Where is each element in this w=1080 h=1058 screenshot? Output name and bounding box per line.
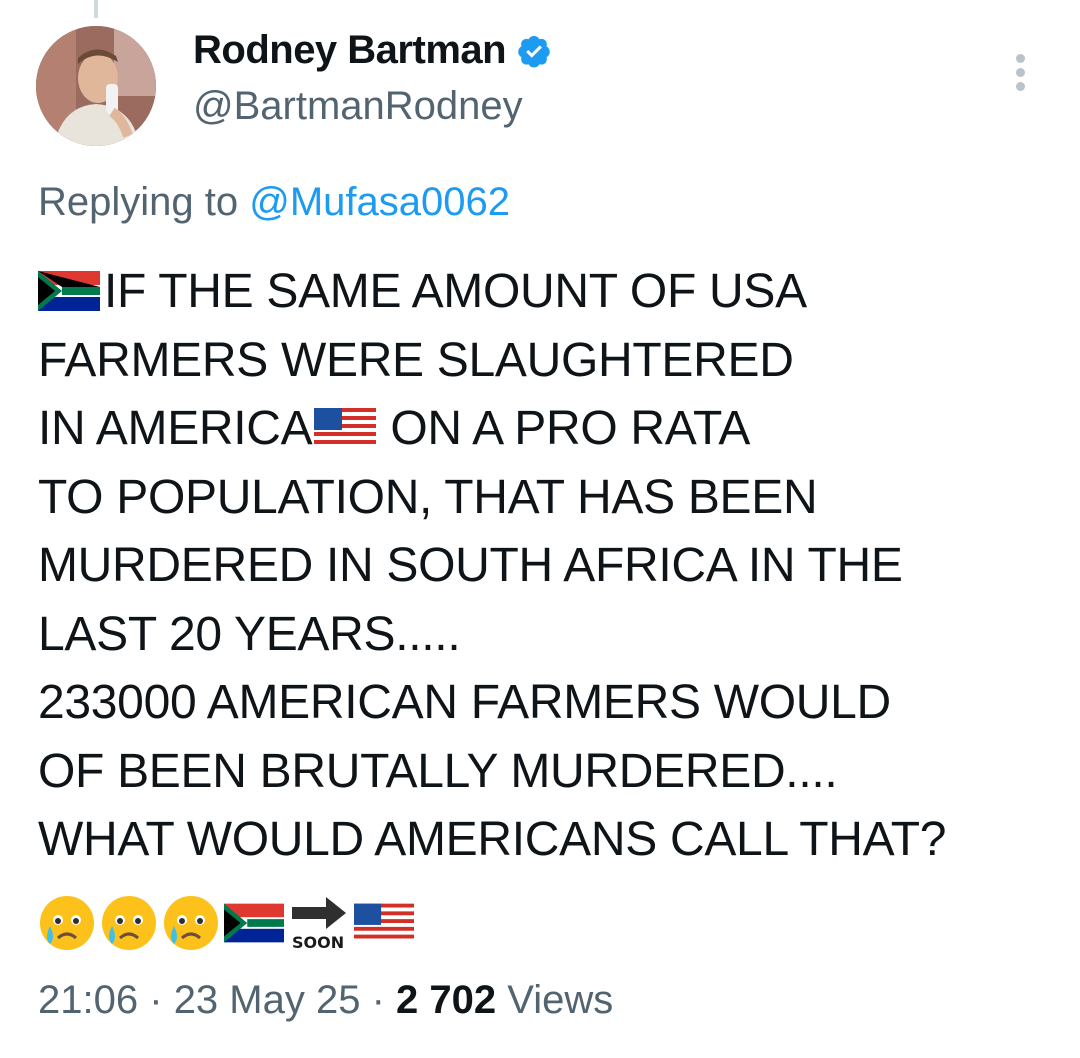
reply-to-handle-link[interactable]: @Mufasa0062 <box>249 180 510 224</box>
usa-flag-icon <box>314 399 377 468</box>
author-name-text[interactable]: Rodney Bartman <box>193 28 507 73</box>
south-africa-flag-icon <box>224 903 284 948</box>
separator: · <box>371 978 385 1022</box>
more-options-icon[interactable] <box>1006 52 1034 92</box>
crying-face-icon <box>38 894 96 957</box>
tweet-line: LAST 20 YEARS..... <box>38 607 461 661</box>
author-handle[interactable]: @BartmanRodney <box>193 84 523 129</box>
tweet-line: FARMERS WERE SLAUGHTERED <box>38 333 794 387</box>
avatar[interactable] <box>36 26 156 146</box>
emoji-row: SOON <box>38 893 418 957</box>
usa-flag-icon <box>354 903 414 948</box>
verified-badge-icon <box>516 33 552 69</box>
tweet-line: IN AMERICA ON A PRO RATA <box>38 395 1058 464</box>
tweet-text: IF THE SAME AMOUNT OF USA FARMERS WERE S… <box>38 258 1058 875</box>
tweet-line: OF BEEN BRUTALLY MURDERED.... <box>38 744 838 798</box>
soon-arrow-icon: SOON <box>288 895 350 955</box>
thread-connector-line <box>94 0 98 18</box>
tweet-line-text: IF THE SAME AMOUNT OF USA <box>104 265 807 318</box>
views-label: Views <box>507 978 614 1022</box>
tweet-line-text: ON A PRO RATA <box>390 402 751 455</box>
author-name[interactable]: Rodney Bartman <box>193 28 552 73</box>
tweet-line: WHAT WOULD AMERICANS CALL THAT? <box>38 813 947 866</box>
crying-face-icon <box>100 894 158 957</box>
tweet-time[interactable]: 21:06 <box>38 978 138 1022</box>
tweet-line: MURDERED IN SOUTH AFRICA IN THE <box>38 539 903 592</box>
replying-to: Replying to @Mufasa0062 <box>38 180 510 225</box>
crying-face-icon <box>162 894 220 957</box>
soon-label: SOON <box>292 933 345 952</box>
tweet-line: IF THE SAME AMOUNT OF USA <box>38 258 1058 327</box>
replying-prefix: Replying to <box>38 180 239 224</box>
tweet-date[interactable]: 23 May 25 <box>174 978 361 1022</box>
separator: · <box>149 978 163 1022</box>
tweet-meta: 21:06 · 23 May 25 · 2 702 Views <box>38 978 613 1023</box>
tweet-line-text: IN AMERICA <box>38 402 313 455</box>
south-africa-flag-icon <box>38 262 100 331</box>
tweet-line: TO POPULATION, THAT HAS BEEN <box>38 470 818 524</box>
views-count: 2 702 <box>396 978 497 1022</box>
tweet-line: 233000 AMERICAN FARMERS WOULD <box>38 676 891 729</box>
